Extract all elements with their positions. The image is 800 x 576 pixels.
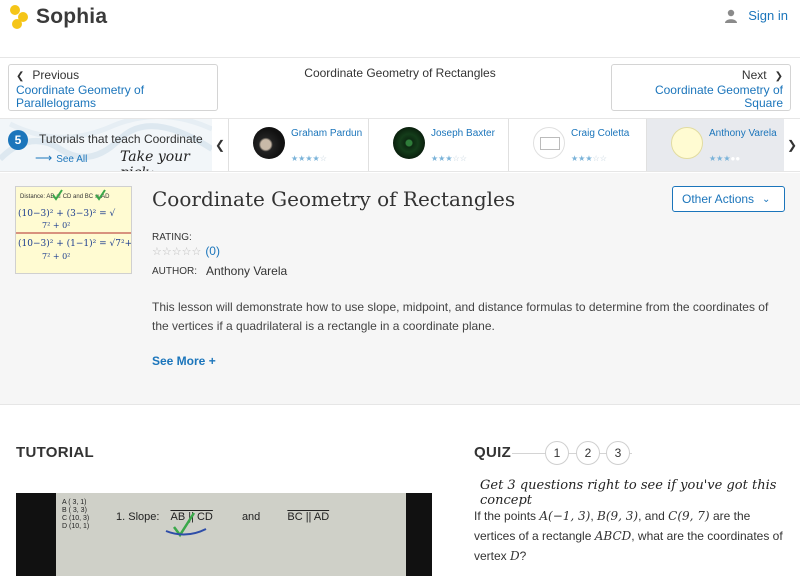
rating-label: RATING:	[152, 232, 192, 243]
quiz-question-1[interactable]: 1	[545, 441, 569, 465]
other-actions-label: Other Actions	[682, 192, 755, 206]
rating-stars: ★★★☆☆	[431, 154, 467, 163]
previous-title: Coordinate Geometry of Parallelograms	[16, 83, 145, 110]
tutorial-author-name: Joseph Baxter	[431, 128, 495, 139]
tutorial-author-name: Anthony Varela	[709, 128, 777, 139]
thumbnail-line: (10−3)² + (3−3)² = √	[18, 209, 116, 219]
rating-stars: ★★★●●	[709, 154, 741, 163]
see-more-link[interactable]: See More +	[152, 354, 216, 368]
thumbnail-line: 7² + 0²	[42, 221, 71, 230]
avatar	[393, 127, 425, 159]
other-actions-button[interactable]: Other Actions ⌄	[672, 186, 785, 212]
top-header: Sophia Sign in	[0, 0, 800, 58]
carousel-prev-button[interactable]: ❮	[212, 119, 228, 171]
quiz-question-2[interactable]: 2	[576, 441, 600, 465]
tutorials-strip: 5 Tutorials that teach Coordinate ⟶ See A…	[0, 118, 800, 172]
person-icon	[725, 9, 738, 23]
tutorials-label: Tutorials that teach Coordinate	[39, 132, 203, 146]
chevron-left-icon: ❮	[16, 71, 25, 82]
tutorial-card-graham-pardun[interactable]: Graham Pardun ★★★★☆	[228, 119, 368, 171]
chevron-right-icon: ❯	[786, 138, 798, 152]
sophia-logo-icon	[10, 5, 32, 29]
page: Sophia Sign in ❮ Previous Coordinate Geom…	[0, 0, 800, 576]
signin-link[interactable]: Sign in	[724, 8, 788, 23]
avatar	[671, 127, 703, 159]
current-tutorial-title: Coordinate Geometry of Rectangles	[304, 66, 496, 80]
rating-count: (0)	[205, 244, 220, 258]
chevron-down-icon: ⌄	[762, 193, 771, 205]
signin-label: Sign in	[748, 8, 788, 23]
rating-stars: ★★★☆☆	[571, 154, 607, 163]
carousel-next-button[interactable]: ❯	[784, 119, 800, 171]
quiz-heading: QUIZ	[474, 444, 512, 461]
lesson-thumbnail[interactable]: Distance: AB ≅ CD and BC ≅ AD (10−3)² + …	[15, 186, 132, 274]
tutorial-heading: TUTORIAL	[16, 444, 94, 461]
tutorial-card-anthony-varela[interactable]: Anthony Varela ★★★●●	[646, 119, 784, 171]
previous-label: ❮ Previous	[16, 68, 80, 82]
rating-widget[interactable]: ☆☆☆☆☆ (0)	[152, 244, 220, 258]
thumbnail-line: 7² + 0²	[42, 252, 71, 261]
previous-tutorial-link[interactable]: ❮ Previous Coordinate Geometry of Paralle…	[8, 64, 218, 111]
author-name[interactable]: Anthony Varela	[206, 264, 287, 278]
video-frame: A ( 3, 1) B ( 3, 3) C (10, 3) D (10, 1) …	[56, 493, 406, 576]
checkmark-icon	[16, 189, 131, 234]
tutorial-card-joseph-baxter[interactable]: Joseph Baxter ★★★☆☆	[368, 119, 508, 171]
next-label: Next ❯	[741, 68, 783, 82]
see-all-link[interactable]: ⟶ See All	[35, 151, 87, 165]
brand-name: Sophia	[36, 5, 108, 28]
checkmark-icon	[165, 512, 207, 538]
tutorial-card-craig-coletta[interactable]: Craig Coletta ★★★☆☆	[508, 119, 648, 171]
arrow-right-icon: ⟶	[35, 151, 53, 165]
author-label: AUTHOR:	[152, 266, 197, 277]
avatar	[253, 127, 285, 159]
thumbnail-line: (10−3)² + (1−1)² = √7²+	[18, 239, 132, 249]
tutorial-count-badge: 5	[8, 130, 28, 150]
next-title: Coordinate Geometry of Square	[654, 83, 783, 110]
take-your-pick-label: Take your pick:	[120, 149, 190, 171]
chevron-left-icon: ❮	[214, 138, 226, 152]
sophia-logo[interactable]: Sophia	[10, 4, 107, 30]
tutorial-author-name: Craig Coletta	[571, 128, 630, 139]
quiz-question-3[interactable]: 3	[606, 441, 630, 465]
rating-stars: ★★★★☆	[291, 154, 327, 163]
quiz-prompt: Get 3 questions right to see if you've g…	[480, 478, 777, 508]
lesson-description: This lesson will demonstrate how to use …	[152, 300, 769, 333]
quiz-question-text: If the points A(−1, 3), B(9, 3), and C(9…	[474, 509, 783, 563]
tutorials-summary: 5 Tutorials that teach Coordinate ⟶ See A…	[0, 119, 212, 171]
empty-stars-icon: ☆☆☆☆☆	[152, 245, 202, 258]
tutorial-video[interactable]: A ( 3, 1) B ( 3, 3) C (10, 3) D (10, 1) …	[16, 493, 432, 576]
next-tutorial-link[interactable]: Next ❯ Coordinate Geometry of Square	[611, 64, 791, 111]
tutorial-author-name: Graham Pardun	[291, 128, 363, 139]
chevron-right-icon: ❯	[774, 71, 783, 82]
avatar	[533, 127, 565, 159]
lesson-header: Distance: AB ≅ CD and BC ≅ AD (10−3)² + …	[0, 173, 800, 405]
lesson-title: Coordinate Geometry of Rectangles	[152, 187, 516, 211]
